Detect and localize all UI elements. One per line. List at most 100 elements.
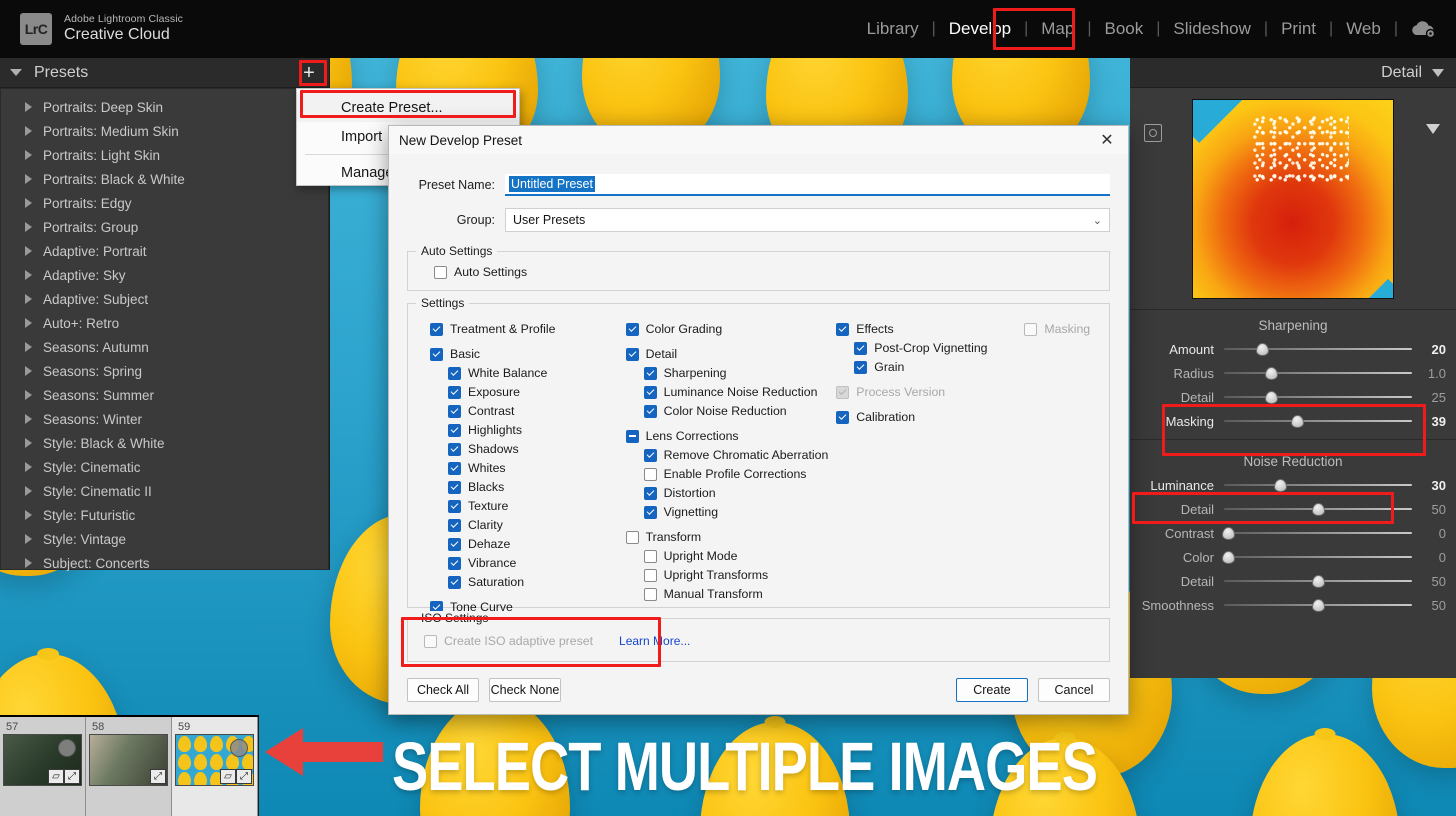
crop-icon[interactable]: ▱ — [220, 769, 236, 784]
checkbox-basic[interactable]: Basic — [430, 346, 626, 362]
slider-detail[interactable]: Detail 50 — [1130, 497, 1456, 521]
menu-item-create-preset[interactable]: Create Preset... — [297, 93, 519, 122]
filmstrip-thumbnail[interactable]: 58 ⤢ — [86, 717, 172, 816]
crop-icon[interactable]: ▱ — [48, 769, 64, 784]
expand-triangle-icon[interactable] — [25, 342, 32, 352]
preset-item[interactable]: Portraits: Edgy — [1, 191, 328, 215]
collapse-triangle-icon[interactable] — [10, 69, 22, 76]
preset-item[interactable]: Seasons: Spring — [1, 359, 328, 383]
collapse-triangle-icon[interactable] — [1432, 68, 1444, 77]
expand-triangle-icon[interactable] — [25, 126, 32, 136]
preset-item[interactable]: Auto+: Retro — [1, 311, 328, 335]
preset-item[interactable]: Seasons: Winter — [1, 407, 328, 431]
expand-triangle-icon[interactable] — [25, 150, 32, 160]
slider-track[interactable] — [1224, 598, 1412, 612]
checkbox-remove-chromatic-aberration[interactable]: Remove Chromatic Aberration — [643, 447, 837, 463]
expand-triangle-icon[interactable] — [25, 174, 32, 184]
slider-handle[interactable] — [1265, 366, 1278, 380]
slider-color[interactable]: Color 0 — [1130, 545, 1456, 569]
checkbox-effects[interactable]: Effects — [836, 321, 1024, 337]
slider-track[interactable] — [1221, 526, 1412, 540]
slider-handle[interactable] — [1312, 598, 1325, 612]
expand-triangle-icon[interactable] — [25, 390, 32, 400]
slider-masking[interactable]: Masking 39 — [1130, 409, 1456, 433]
preset-name-input[interactable]: Untitled Preset — [505, 174, 1110, 196]
slider-track[interactable] — [1224, 390, 1412, 404]
slider-detail[interactable]: Detail 25 — [1130, 385, 1456, 409]
add-preset-button[interactable]: + — [297, 62, 321, 84]
preset-item[interactable]: Portraits: Light Skin — [1, 143, 328, 167]
checkbox-blacks[interactable]: Blacks — [448, 479, 626, 495]
preset-item[interactable]: Seasons: Autumn — [1, 335, 328, 359]
expand-triangle-icon[interactable] — [25, 222, 32, 232]
expand-triangle-icon[interactable] — [25, 486, 32, 496]
slider-handle[interactable] — [1221, 526, 1235, 540]
expand-triangle-icon[interactable] — [25, 414, 32, 424]
checkbox-texture[interactable]: Texture — [448, 498, 626, 514]
expand-triangle-icon[interactable] — [25, 558, 32, 568]
expand-triangle-icon[interactable] — [25, 318, 32, 328]
checkbox-distortion[interactable]: Distortion — [643, 485, 837, 501]
checkbox-sharpening[interactable]: Sharpening — [643, 365, 837, 381]
preset-item[interactable]: Subject: Concerts — [1, 551, 328, 575]
slider-luminance[interactable]: Luminance 30 — [1130, 473, 1456, 497]
filmstrip-thumbnail[interactable]: 57 ▱ ⤢ — [0, 717, 86, 816]
expand-triangle-icon[interactable] — [25, 510, 32, 520]
slider-track[interactable] — [1224, 414, 1412, 428]
checkbox-highlights[interactable]: Highlights — [448, 422, 626, 438]
checkbox-color-grading[interactable]: Color Grading — [625, 321, 837, 337]
module-map[interactable]: Map — [1028, 16, 1087, 42]
slider-handle[interactable] — [1255, 342, 1269, 356]
checkbox-transform[interactable]: Transform — [625, 529, 837, 545]
cancel-button[interactable]: Cancel — [1038, 678, 1110, 702]
checkbox-vibrance[interactable]: Vibrance — [448, 555, 626, 571]
checkbox-upright-transforms[interactable]: Upright Transforms — [643, 567, 837, 583]
expand-triangle-icon[interactable] — [25, 438, 32, 448]
expand-triangle-icon[interactable] — [25, 270, 32, 280]
triangle-down-icon[interactable] — [1426, 124, 1440, 134]
checkbox-create-iso-adaptive-preset[interactable]: Create ISO adaptive preset — [424, 633, 593, 649]
adjust-icon[interactable]: ⤢ — [150, 769, 166, 784]
slider-track[interactable] — [1224, 342, 1412, 356]
preset-item[interactable]: Portraits: Medium Skin — [1, 119, 328, 143]
slider-handle[interactable] — [1265, 390, 1278, 404]
target-adjust-icon[interactable] — [1144, 124, 1162, 142]
preset-item[interactable]: Adaptive: Subject — [1, 287, 328, 311]
expand-triangle-icon[interactable] — [25, 102, 32, 112]
slider-handle[interactable] — [1291, 414, 1305, 428]
checkbox-manual-transform[interactable]: Manual Transform — [643, 586, 837, 602]
module-develop[interactable]: Develop — [936, 16, 1024, 42]
preset-item[interactable]: Style: Futuristic — [1, 503, 328, 527]
cloud-sync-icon[interactable] — [1410, 20, 1436, 38]
learn-more-link[interactable]: Learn More... — [619, 634, 690, 648]
preset-item[interactable]: Adaptive: Portrait — [1, 239, 328, 263]
create-button[interactable]: Create — [956, 678, 1028, 702]
slider-handle[interactable] — [1221, 550, 1235, 564]
checkbox-luminance-noise-reduction[interactable]: Luminance Noise Reduction — [643, 384, 837, 400]
group-select[interactable]: User Presets ⌄ — [505, 208, 1110, 232]
preset-item[interactable]: Portraits: Black & White — [1, 167, 328, 191]
slider-track[interactable] — [1224, 478, 1412, 492]
slider-track[interactable] — [1224, 574, 1412, 588]
module-library[interactable]: Library — [854, 16, 932, 42]
checkbox-white-balance[interactable]: White Balance — [448, 365, 626, 381]
preset-item[interactable]: Style: Cinematic — [1, 455, 328, 479]
slider-handle[interactable] — [1312, 502, 1325, 516]
slider-detail[interactable]: Detail 50 — [1130, 569, 1456, 593]
slider-contrast[interactable]: Contrast 0 — [1130, 521, 1456, 545]
checkbox-enable-profile-corrections[interactable]: Enable Profile Corrections — [643, 466, 837, 482]
checkbox-grain[interactable]: Grain — [854, 359, 1024, 375]
check-none-button[interactable]: Check None — [489, 678, 561, 702]
checkbox-treatment-profile[interactable]: Treatment & Profile — [430, 321, 626, 337]
preset-item[interactable]: Style: Vintage — [1, 527, 328, 551]
slider-smoothness[interactable]: Smoothness 50 — [1130, 593, 1456, 617]
checkbox-dehaze[interactable]: Dehaze — [448, 536, 626, 552]
expand-triangle-icon[interactable] — [25, 246, 32, 256]
slider-track[interactable] — [1224, 502, 1412, 516]
checkbox-vignetting[interactable]: Vignetting — [643, 504, 837, 520]
slider-track[interactable] — [1224, 366, 1412, 380]
expand-triangle-icon[interactable] — [25, 366, 32, 376]
check-all-button[interactable]: Check All — [407, 678, 479, 702]
slider-handle[interactable] — [1274, 478, 1288, 492]
checkbox-lens-corrections[interactable]: Lens Corrections — [625, 428, 837, 444]
